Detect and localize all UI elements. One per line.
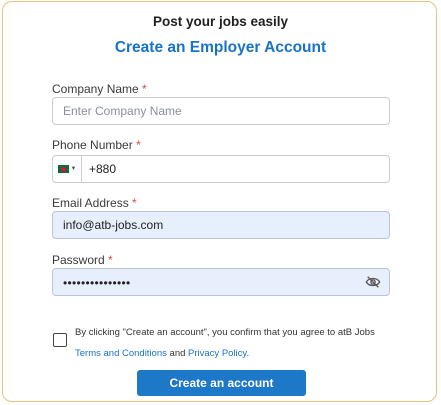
required-mark: * xyxy=(132,196,137,210)
password-masked-value[interactable]: ••••••••••••••• xyxy=(63,276,131,290)
country-code-select[interactable]: ▼ xyxy=(53,156,82,182)
company-name-input[interactable] xyxy=(63,98,363,124)
consent-text-body: By clicking "Create an account", you con… xyxy=(75,327,375,338)
phone-number-input[interactable] xyxy=(89,156,369,182)
password-label-text: Password xyxy=(52,253,105,267)
email-field[interactable] xyxy=(52,211,390,239)
create-account-button[interactable]: Create an account xyxy=(137,370,306,396)
privacy-link[interactable]: Privacy Policy. xyxy=(188,348,249,359)
email-address-label-text: Email Address xyxy=(52,196,129,210)
required-mark: * xyxy=(136,138,141,152)
password-field[interactable]: ••••••••••••••• xyxy=(52,268,390,296)
company-name-label-text: Company Name xyxy=(52,82,139,96)
chevron-down-icon: ▼ xyxy=(70,166,77,172)
terms-link[interactable]: Terms and Conditions xyxy=(75,348,167,359)
phone-number-label: Phone Number * xyxy=(52,138,141,152)
phone-number-label-text: Phone Number xyxy=(52,138,133,152)
bangladesh-flag-icon xyxy=(57,165,69,173)
eye-off-icon[interactable] xyxy=(365,275,381,289)
tagline: Post your jobs easily xyxy=(152,14,289,29)
company-name-label: Company Name * xyxy=(52,82,147,96)
page-title: Create an Employer Account xyxy=(114,39,327,56)
consent-conjunction: and xyxy=(166,348,189,359)
required-mark: * xyxy=(142,82,147,96)
email-address-label: Email Address * xyxy=(52,196,137,210)
email-input[interactable] xyxy=(63,212,363,238)
company-name-field[interactable] xyxy=(52,97,390,125)
password-label: Password * xyxy=(52,253,113,267)
terms-checkbox[interactable] xyxy=(53,333,67,347)
consent-text: By clicking "Create an account", you con… xyxy=(75,322,375,364)
required-mark: * xyxy=(108,253,113,267)
phone-number-field: ▼ xyxy=(52,155,390,183)
